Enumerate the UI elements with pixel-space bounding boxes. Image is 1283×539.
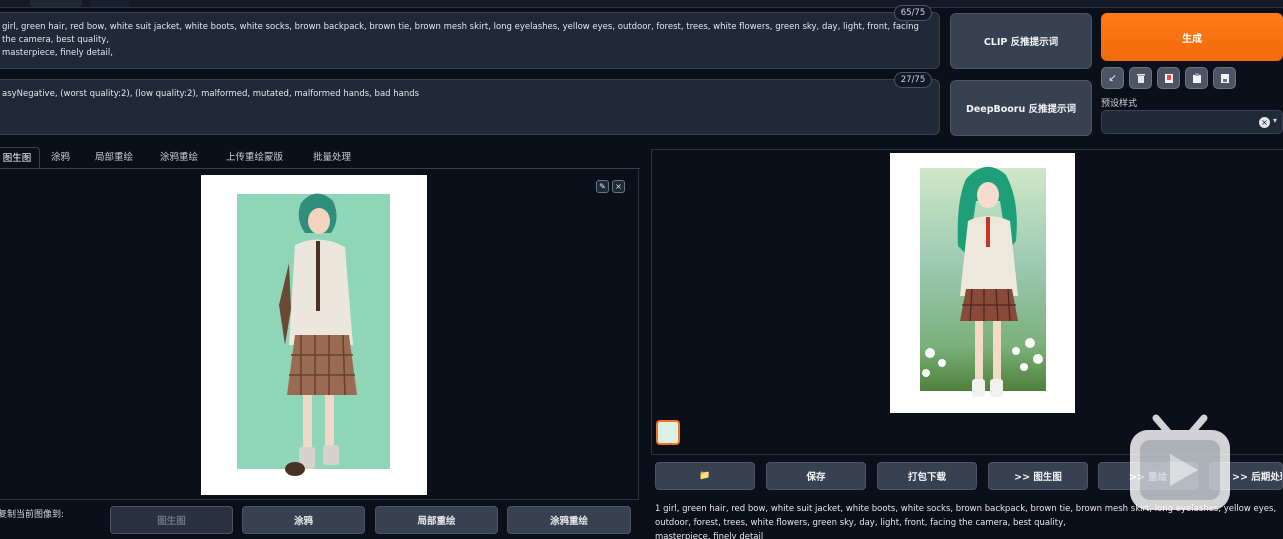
- tab-inpaint-upload[interactable]: 上传重绘蒙版: [226, 147, 283, 169]
- input-image: [201, 175, 427, 495]
- chevron-down-icon[interactable]: ▾: [1273, 116, 1277, 125]
- top-tab-strip: [0, 0, 1283, 8]
- negative-token-counter: 27/75: [894, 72, 932, 88]
- deepbooru-interrogate-button[interactable]: DeepBooru 反推提示词: [950, 80, 1092, 136]
- bilibili-logo: [1130, 414, 1230, 510]
- send-to-sketch-button[interactable]: 涂鸦: [242, 506, 365, 534]
- save-button[interactable]: 保存: [766, 462, 866, 490]
- girl-illustration: [279, 193, 357, 476]
- style-select[interactable]: × ▾: [1101, 110, 1283, 134]
- zip-download-button[interactable]: 打包下载: [877, 462, 977, 490]
- tab-img2img[interactable]: 图生图: [0, 147, 40, 169]
- output-image[interactable]: [890, 153, 1075, 413]
- positive-token-counter: 65/75: [894, 5, 932, 21]
- clipboard-icon[interactable]: [1185, 67, 1208, 89]
- flowers-decoration: [922, 338, 1043, 377]
- clip-interrogate-button[interactable]: CLIP 反推提示词: [950, 13, 1092, 69]
- positive-prompt-input[interactable]: girl, green hair, red bow, white suit ja…: [0, 12, 940, 69]
- top-tab[interactable]: [90, 0, 130, 7]
- folder-icon: 📁: [699, 471, 711, 481]
- input-image-panel[interactable]: ✎ ×: [0, 169, 639, 500]
- save-style-icon[interactable]: [1213, 67, 1236, 89]
- negative-prompt-text: asyNegative, (worst quality:2), (low qua…: [2, 89, 420, 99]
- tab-batch[interactable]: 批量处理: [313, 147, 351, 169]
- tab-sketch[interactable]: 涂鸦: [51, 147, 70, 169]
- send-to-img2img-output-button[interactable]: >> 图生图: [988, 462, 1088, 490]
- positive-prompt-text: girl, green hair, red bow, white suit ja…: [2, 22, 919, 58]
- top-tab[interactable]: [30, 0, 82, 7]
- open-folder-button[interactable]: 📁: [655, 462, 755, 490]
- generate-button[interactable]: 生成: [1101, 13, 1283, 61]
- edit-icon[interactable]: ✎: [596, 180, 609, 193]
- style-label: 预设样式: [1101, 99, 1138, 109]
- send-to-inpaint-button[interactable]: 局部重绘: [375, 506, 498, 534]
- copy-image-label: 复制当前图像到:: [0, 510, 65, 520]
- close-icon[interactable]: ×: [612, 180, 625, 193]
- bookmark-icon[interactable]: [1157, 67, 1180, 89]
- tab-inpaint-sketch[interactable]: 涂鸦重绘: [160, 147, 198, 169]
- trash-icon[interactable]: [1129, 67, 1152, 89]
- tab-inpaint[interactable]: 局部重绘: [95, 147, 133, 169]
- send-to-img2img-button[interactable]: 图生图: [110, 506, 233, 534]
- arrow-icon[interactable]: ↙: [1101, 67, 1124, 89]
- send-to-inpaint-sketch-button[interactable]: 涂鸦重绘: [507, 506, 631, 534]
- clear-icon[interactable]: ×: [1259, 117, 1270, 128]
- negative-prompt-input[interactable]: asyNegative, (worst quality:2), (low qua…: [0, 79, 940, 135]
- gallery-thumbnail[interactable]: [656, 420, 680, 445]
